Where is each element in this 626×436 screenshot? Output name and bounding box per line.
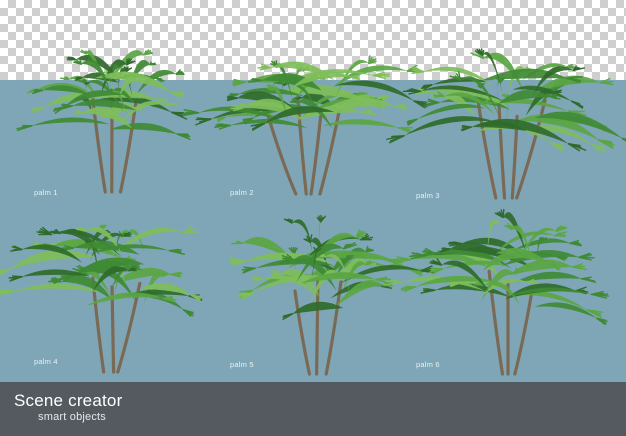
- palm-label-4: palm 4: [34, 357, 58, 366]
- scene-canvas: palm 1 palm 2 palm 3 palm 4 palm 5 palm …: [0, 0, 626, 436]
- palm-tree-4: [0, 224, 203, 374]
- footer-subtitle: smart objects: [38, 411, 107, 423]
- palm-tree-2: [182, 55, 430, 196]
- footer-title: Scene creator: [14, 391, 123, 410]
- palm-label-2: palm 2: [230, 188, 254, 197]
- palm-label-6: palm 6: [416, 360, 440, 369]
- palm-tree-3: [386, 48, 626, 200]
- palm-label-1: palm 1: [34, 188, 58, 197]
- palm-label-5: palm 5: [230, 360, 254, 369]
- palm-tree-6: [384, 208, 609, 376]
- palm-trees-illustration: [0, 48, 626, 376]
- palm-tree-5: [229, 214, 436, 376]
- palm-label-3: palm 3: [416, 191, 440, 200]
- palm-tree-1: [16, 49, 191, 194]
